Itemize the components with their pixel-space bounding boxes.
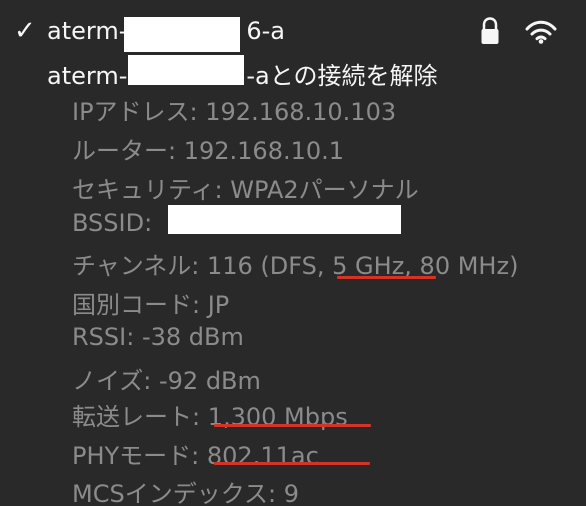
lock-icon — [481, 17, 499, 44]
bssid-label: BSSID: — [72, 209, 153, 237]
security-detail: セキュリティ: WPA2パーソナル — [72, 176, 419, 204]
transmit-rate-highlight-underline — [214, 424, 371, 427]
phy-mode-highlight-underline — [214, 462, 370, 465]
mcs-index-detail: MCSインデックス: 9 — [72, 480, 299, 506]
network-name-prefix: aterm- — [47, 17, 128, 45]
redacted-bssid — [168, 205, 401, 234]
disconnect-suffix: -aとの接続を解除 — [246, 62, 438, 90]
redacted-network-name — [124, 17, 240, 52]
rssi-detail: RSSI: -38 dBm — [72, 323, 244, 351]
noise-detail: ノイズ: -92 dBm — [72, 367, 261, 395]
wifi-status-menu: ✓ aterm- 6-a aterm- -aとの接続を解除 IPアドレス: 192.… — [0, 0, 586, 506]
disconnect-prefix: aterm- — [47, 62, 128, 90]
phy-mode-detail: PHYモード: 802.11ac — [72, 442, 319, 470]
bssid-detail: BSSID: — [72, 209, 152, 237]
connected-checkmark-icon: ✓ — [14, 16, 36, 46]
network-name-suffix: 6-a — [246, 17, 286, 45]
ip-address-detail: IPアドレス: 192.168.10.103 — [72, 98, 397, 126]
country-code-detail: 国別コード: JP — [72, 291, 230, 319]
redacted-disconnect-network-name — [128, 55, 244, 85]
wifi-icon — [525, 20, 557, 44]
band-highlight-underline — [337, 276, 436, 279]
router-detail: ルーター: 192.168.10.1 — [72, 137, 345, 165]
channel-detail: チャンネル: 116 (DFS, 5 GHz, 80 MHz) — [72, 252, 519, 280]
